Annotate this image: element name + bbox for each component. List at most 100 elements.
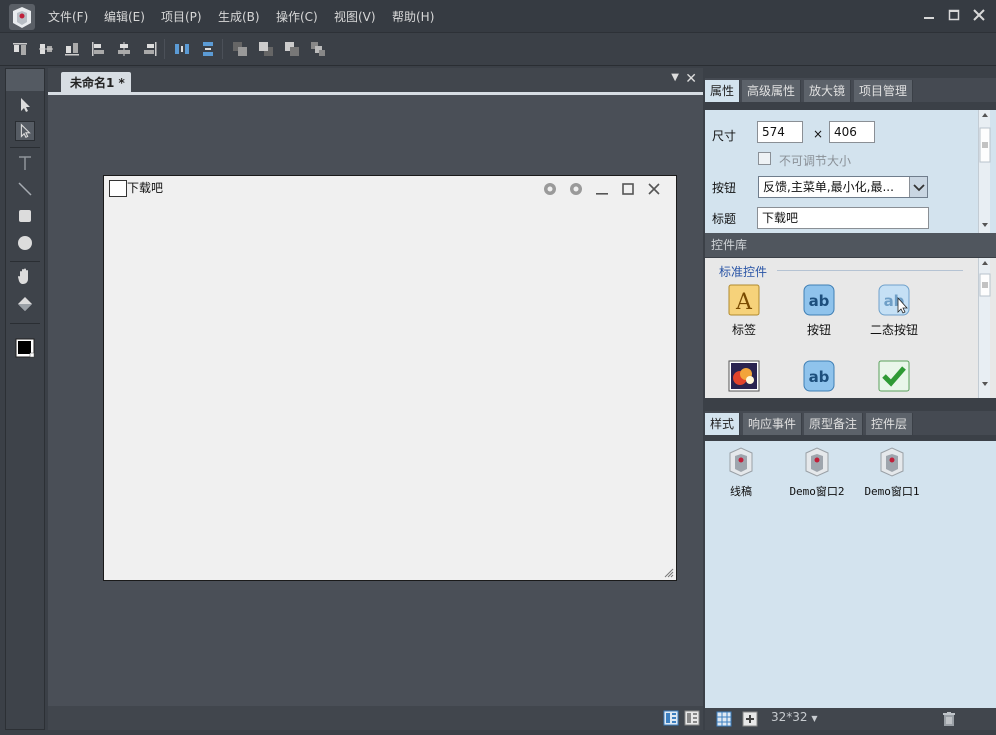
svg-text:ab: ab (809, 292, 830, 310)
trash-icon[interactable] (941, 711, 957, 727)
control-toggle-button-text: 二态按钮 (869, 323, 918, 337)
bring-forward-icon[interactable] (258, 41, 274, 57)
properties-scrollbar[interactable] (978, 110, 991, 233)
tab-project-management[interactable]: 项目管理 (854, 80, 914, 102)
align-right-icon[interactable] (142, 41, 158, 57)
select-arrow-icon[interactable] (15, 95, 35, 115)
send-backward-icon[interactable] (284, 41, 300, 57)
library-scrollbar[interactable] (978, 258, 991, 398)
title-label: 标题 (712, 212, 737, 226)
paint-bucket-icon[interactable] (15, 294, 35, 314)
maximize-icon[interactable] (945, 6, 963, 24)
style-item[interactable]: Demo窗口1 (857, 446, 927, 499)
button-control-icon: ab (803, 284, 835, 316)
design-window-title: 下载吧 (127, 181, 164, 195)
align-bottom-icon[interactable] (64, 41, 80, 57)
times-symbol: × (813, 127, 824, 141)
send-back-icon[interactable] (310, 41, 326, 57)
main-menu-icon[interactable] (569, 182, 583, 196)
style-item[interactable]: Demo窗口2 (782, 446, 852, 499)
menu-build[interactable]: 生成(B) (218, 8, 260, 25)
feedback-icon[interactable] (543, 182, 557, 196)
tab-list-icon[interactable]: ▼ (671, 72, 679, 83)
checkbox-control-icon (878, 360, 910, 392)
style-window-icon (729, 447, 753, 477)
menu-view[interactable]: 视图(V) (334, 8, 376, 25)
category-divider (777, 270, 963, 271)
control-button[interactable]: ab 按钮 (791, 284, 847, 338)
window-maximize-icon[interactable] (621, 182, 635, 196)
distribute-vertical-icon[interactable] (200, 41, 216, 57)
tab-close-icon[interactable]: ✕ (685, 71, 697, 87)
line-tool-icon[interactable] (15, 179, 35, 199)
image-control-icon (728, 360, 760, 392)
style-item[interactable]: 线稿 (706, 446, 776, 499)
tab-prototype-notes[interactable]: 原型备注 (804, 413, 864, 435)
tab-untitled[interactable]: 未命名1 * (61, 72, 131, 94)
panel-footer: 32*32 ▼ (705, 708, 996, 730)
menu-project[interactable]: 项目(P) (161, 8, 202, 25)
tab-control-layers[interactable]: 控件层 (866, 413, 914, 435)
chevron-down-icon[interactable] (909, 177, 927, 197)
library-category[interactable]: 标准控件 (719, 263, 767, 280)
control-toggle-button[interactable]: ab 二态按钮 (866, 284, 922, 338)
close-icon[interactable] (970, 6, 988, 24)
tool-bar (5, 68, 45, 730)
tab-events[interactable]: 响应事件 (743, 413, 803, 435)
rectangle-tool-icon[interactable] (15, 206, 35, 226)
height-input[interactable]: 406 (829, 121, 875, 143)
control-checkbox[interactable] (866, 360, 922, 395)
non-resizable-label: 不可调节大小 (779, 154, 852, 168)
control-library-header: 控件库 (705, 233, 996, 257)
tab-advanced-properties[interactable]: 高级属性 (742, 80, 802, 102)
window-close-icon[interactable] (647, 182, 661, 196)
design-window[interactable]: 下载吧 (103, 175, 677, 581)
align-left-icon[interactable] (90, 41, 106, 57)
menu-operation[interactable]: 操作(C) (276, 8, 318, 25)
style-tabs: 样式 响应事件 原型备注 控件层 (705, 411, 996, 435)
grid-view-icon[interactable] (716, 711, 732, 727)
minimize-icon[interactable] (920, 6, 938, 24)
color-swatch-icon[interactable] (15, 338, 35, 358)
buttons-select[interactable]: 反馈,主菜单,最小化,最... (758, 176, 928, 198)
toolbar-separator (222, 39, 223, 59)
align-middle-icon[interactable] (38, 41, 54, 57)
title-input[interactable]: 下载吧 (757, 207, 929, 229)
control-image[interactable] (716, 360, 772, 395)
icon-size-select[interactable]: 32*32 ▼ (771, 710, 818, 724)
non-resizable-checkbox[interactable] (758, 152, 771, 165)
menu-help[interactable]: 帮助(H) (392, 8, 434, 25)
align-center-icon[interactable] (116, 41, 132, 57)
add-style-icon[interactable] (742, 711, 758, 727)
properties-panel: 尺寸 574 × 406 不可调节大小 按钮 反馈,主菜单,最小化,最... 标… (705, 110, 996, 233)
window-minimize-icon[interactable] (595, 182, 609, 196)
bring-front-icon[interactable] (232, 41, 248, 57)
toolbar-separator (164, 39, 165, 59)
buttons-label: 按钮 (712, 181, 737, 195)
canvas-status-bar (48, 706, 703, 730)
tab-magnifier[interactable]: 放大镜 (804, 80, 852, 102)
layout-view-icon[interactable] (663, 710, 679, 726)
control-input[interactable]: ab (791, 360, 847, 395)
tab-styles[interactable]: 样式 (705, 413, 741, 435)
style-label: Demo窗口1 (864, 485, 920, 498)
hand-tool-icon[interactable] (15, 266, 35, 286)
list-view-icon[interactable] (684, 710, 700, 726)
property-tabs: 属性 高级属性 放大镜 项目管理 (705, 78, 996, 102)
text-tool-icon[interactable] (15, 153, 35, 173)
tab-properties[interactable]: 属性 (705, 80, 741, 102)
distribute-horizontal-icon[interactable] (174, 41, 190, 57)
tool-separator (10, 147, 40, 148)
direct-select-icon[interactable] (15, 121, 35, 141)
menu-file[interactable]: 文件(F) (48, 8, 88, 25)
chevron-down-icon: ▼ (811, 714, 818, 723)
menu-edit[interactable]: 编辑(E) (104, 8, 145, 25)
align-top-icon[interactable] (12, 41, 28, 57)
width-input[interactable]: 574 (757, 121, 803, 143)
control-label[interactable]: A 标签 (716, 284, 772, 338)
resize-grip-icon[interactable] (664, 568, 674, 578)
window-icon (109, 180, 127, 197)
ellipse-tool-icon[interactable] (15, 233, 35, 253)
tool-separator (10, 261, 40, 262)
tool-bar-header (6, 69, 44, 91)
